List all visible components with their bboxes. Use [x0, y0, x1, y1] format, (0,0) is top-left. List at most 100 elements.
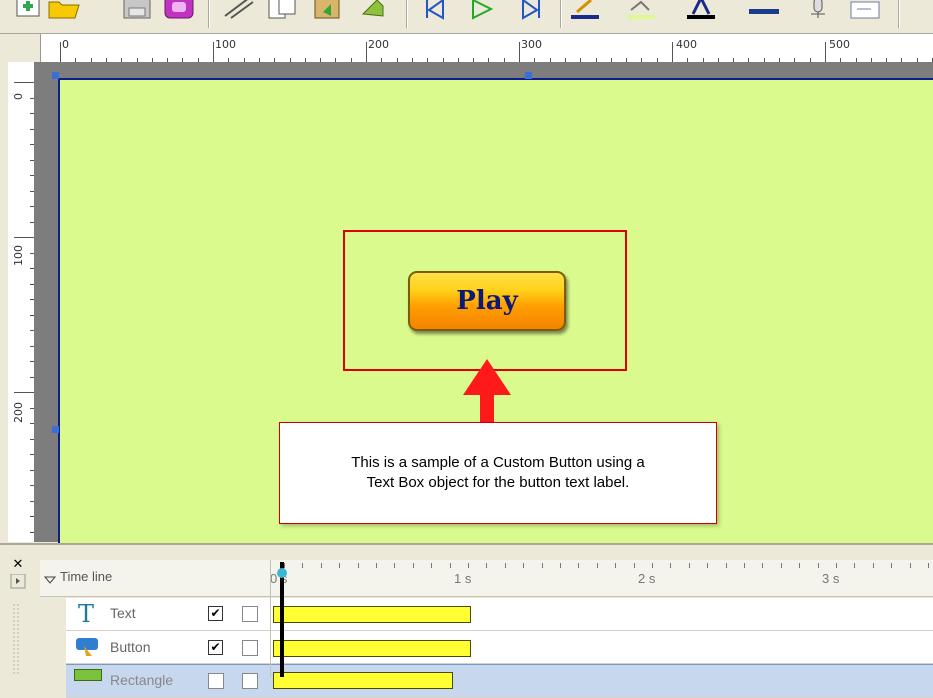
- time-label: 3 s: [822, 571, 840, 586]
- ruler-tick: [14, 237, 34, 238]
- ruler-tick: [14, 392, 34, 393]
- ruler-tick: [519, 42, 520, 62]
- timeline-tick: [339, 563, 340, 568]
- timeline-tick: [486, 563, 487, 568]
- ruler-label: 300: [521, 38, 542, 51]
- timeline-tick: [873, 563, 874, 568]
- timeline-tick: [413, 563, 414, 568]
- timeline-row[interactable]: Button ✔: [66, 631, 933, 664]
- ruler-gutter: [0, 62, 8, 542]
- properties-icon[interactable]: [846, 0, 884, 20]
- selection-handle[interactable]: [52, 426, 59, 433]
- paste-icon[interactable]: [308, 0, 350, 20]
- lock-checkbox[interactable]: [242, 640, 258, 656]
- callout-text: This is a sample of a Custom Button usin…: [351, 454, 645, 491]
- panel-grip[interactable]: [10, 574, 26, 677]
- timeline-bar[interactable]: [273, 672, 453, 689]
- timeline-tick: [836, 563, 837, 568]
- playhead-marker[interactable]: [277, 568, 287, 578]
- timeline-row[interactable]: T Text ✔: [66, 598, 933, 631]
- timeline-tick: [284, 563, 285, 568]
- font-color-icon[interactable]: [682, 0, 722, 20]
- go-first-icon[interactable]: [420, 0, 450, 20]
- line-style-icon[interactable]: [744, 0, 784, 20]
- button-object-icon: [74, 634, 100, 660]
- toolbar: [0, 0, 933, 34]
- toolbar-separator: [406, 0, 408, 28]
- timeline-tick: [726, 563, 727, 568]
- ruler-label: 200: [368, 38, 389, 51]
- row-label: Text: [110, 605, 136, 621]
- timeline-tick: [560, 563, 561, 568]
- cut-icon[interactable]: [218, 0, 260, 20]
- ruler-tick: [366, 42, 367, 62]
- timeline-tick: [578, 563, 579, 568]
- timeline-bar[interactable]: [273, 606, 471, 623]
- visible-checkbox[interactable]: [208, 673, 224, 689]
- new-icon[interactable]: [14, 0, 46, 20]
- row-label: Rectangle: [110, 672, 174, 688]
- close-icon[interactable]: ✕: [11, 558, 25, 572]
- line-color-icon[interactable]: [566, 0, 606, 20]
- publish-icon[interactable]: [160, 0, 200, 20]
- undo-icon[interactable]: [356, 0, 390, 20]
- collapse-icon[interactable]: [43, 571, 57, 584]
- timeline-tick: [891, 563, 892, 568]
- fill-color-icon[interactable]: [622, 0, 662, 20]
- ruler-label: 100: [12, 245, 25, 266]
- ruler-label: 0: [12, 93, 25, 100]
- toolbar-separator: [898, 0, 900, 28]
- timeline-tick: [505, 563, 506, 568]
- callout-arrow: [463, 359, 511, 425]
- time-label: 1 s: [454, 571, 472, 586]
- visible-checkbox[interactable]: ✔: [208, 606, 223, 621]
- timeline-tick: [818, 563, 819, 568]
- timeline-tick: [799, 563, 800, 568]
- timeline-tick: [523, 563, 524, 568]
- ruler-tick: [60, 42, 61, 62]
- callout-box[interactable]: This is a sample of a Custom Button usin…: [279, 422, 717, 524]
- text-object-icon: T: [74, 600, 100, 628]
- save-icon[interactable]: [120, 0, 154, 20]
- timeline-tick: [910, 563, 911, 568]
- timeline-tick: [689, 563, 690, 568]
- ruler-tick: [672, 42, 673, 62]
- timeline-tick: [394, 563, 395, 568]
- timeline-tick: [376, 563, 377, 568]
- selection-handle[interactable]: [52, 72, 59, 79]
- playhead[interactable]: [280, 562, 284, 677]
- timeline-tick: [854, 563, 855, 568]
- timeline-row-selected[interactable]: Rectangle: [66, 664, 933, 698]
- timeline-title: Time line: [60, 569, 113, 584]
- ruler-label: 100: [215, 38, 236, 51]
- ruler-tick: [14, 82, 34, 83]
- vertical-ruler: 0 100 200: [8, 62, 35, 542]
- svg-text:T: T: [78, 600, 94, 626]
- visible-checkbox[interactable]: ✔: [208, 640, 223, 655]
- toolbar-separator: [208, 0, 210, 28]
- ruler-tick: [825, 42, 826, 62]
- play-button-label: Play: [456, 286, 518, 316]
- microphone-icon[interactable]: [800, 0, 836, 20]
- lock-checkbox[interactable]: [242, 606, 258, 622]
- lock-checkbox[interactable]: [242, 673, 258, 689]
- selection-handle[interactable]: [525, 72, 532, 79]
- timeline-divider: [270, 560, 271, 677]
- timeline-tick: [431, 563, 432, 568]
- ruler-label: 0: [62, 38, 69, 51]
- horizontal-ruler: 0 100 200 300 400 500: [0, 34, 933, 63]
- timeline-tick: [652, 563, 653, 568]
- timeline-tick: [450, 563, 451, 568]
- open-folder-icon[interactable]: [46, 0, 82, 20]
- timeline-tick: [744, 563, 745, 568]
- timeline-tick: [634, 563, 635, 568]
- copy-icon[interactable]: [262, 0, 304, 20]
- timeline-tick: [597, 563, 598, 568]
- timeline-tick: [542, 563, 543, 568]
- play-icon[interactable]: [466, 0, 496, 20]
- go-last-icon[interactable]: [516, 0, 546, 20]
- timeline-tick: [781, 563, 782, 568]
- play-button[interactable]: Play: [408, 271, 566, 331]
- timeline-bar[interactable]: [273, 640, 471, 657]
- rectangle-object-icon: [74, 669, 102, 681]
